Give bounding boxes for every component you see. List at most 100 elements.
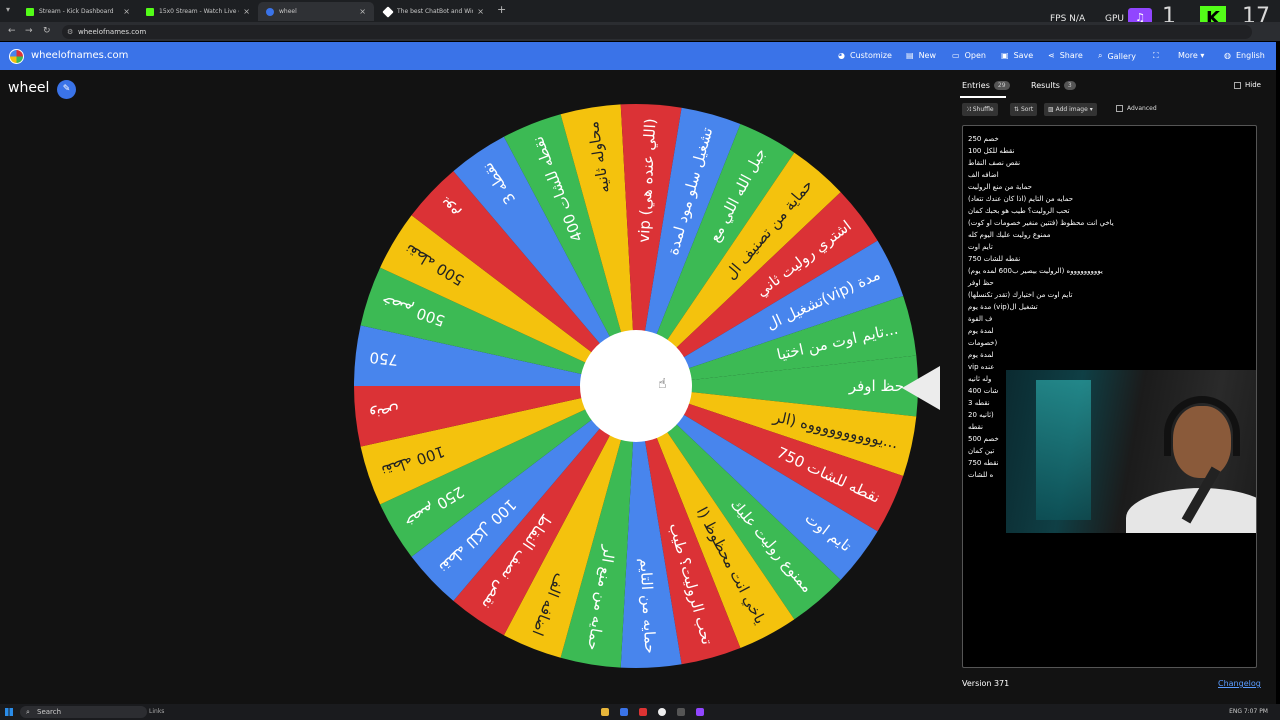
palette-icon: ◕ xyxy=(838,51,845,60)
forward-icon[interactable]: → xyxy=(25,26,33,36)
entry-line[interactable]: حظ اوفر xyxy=(968,277,1114,289)
fullscreen-icon: ⛶ xyxy=(1153,51,1159,60)
active-tab-indicator xyxy=(960,96,1006,98)
tab-list-icon[interactable]: ▾ xyxy=(6,5,10,14)
language-button[interactable]: ◍ English xyxy=(1224,51,1265,60)
entry-line[interactable]: 100 نقطه للكل xyxy=(968,145,1114,157)
checkbox-icon[interactable] xyxy=(1234,81,1241,89)
new-button[interactable]: ▤ New xyxy=(906,51,936,60)
save-icon: ▣ xyxy=(1001,51,1009,60)
globe-icon: ◍ xyxy=(1224,51,1231,60)
more-button[interactable]: More ▾ xyxy=(1178,51,1204,60)
entry-line[interactable]: لمدة يوم xyxy=(968,349,1114,361)
browser-tab-kick-dashboard[interactable]: Stream - Kick Dashboard × xyxy=(18,2,138,21)
wheel-favicon-icon xyxy=(266,7,274,16)
entry-line[interactable]: تحب الروليت؟ طيب هو بحبك كمان xyxy=(968,205,1114,217)
kick-favicon-icon xyxy=(146,7,154,16)
entry-line[interactable]: اضافه الف xyxy=(968,169,1114,181)
wheel-center-hub[interactable] xyxy=(580,330,692,442)
site-name[interactable]: wheelofnames.com xyxy=(31,50,128,61)
entry-line[interactable]: 750 نقطه للشات xyxy=(968,253,1114,265)
back-icon[interactable]: ← xyxy=(8,26,16,36)
app-icon[interactable] xyxy=(639,708,647,716)
hide-checkbox[interactable]: Hide xyxy=(1234,81,1261,89)
url-text: wheelofnames.com xyxy=(78,28,147,36)
kick-favicon-icon xyxy=(26,7,34,16)
gallery-button[interactable]: ⌕ Gallery xyxy=(1098,51,1136,61)
browser-taskbar-icon[interactable] xyxy=(658,708,666,716)
entry-line[interactable]: ياخي انت محظوظ (فتتين منغير خصومات او كو… xyxy=(968,217,1114,229)
tab-label: Stream - Kick Dashboard xyxy=(39,8,114,15)
tab-results[interactable]: Results 3 xyxy=(1031,81,1076,90)
changelog-link[interactable]: Changelog xyxy=(1218,679,1261,688)
start-menu-icon[interactable] xyxy=(5,708,13,716)
taskbar-search[interactable]: ⌕ Search xyxy=(20,706,147,718)
headset-icon xyxy=(1164,396,1240,456)
hand-cursor-icon: ☝ xyxy=(658,376,667,392)
close-icon[interactable]: × xyxy=(477,7,484,16)
close-icon[interactable]: × xyxy=(123,7,130,16)
entry-line[interactable]: ممنوع روليت عليك اليوم كله xyxy=(968,229,1114,241)
wheel-segment-label: 750 xyxy=(369,348,399,369)
entry-line[interactable]: لمدة يوم xyxy=(968,325,1114,337)
entry-line[interactable]: حماية من منع الروليت xyxy=(968,181,1114,193)
wheel-pointer-icon xyxy=(902,366,940,410)
results-count-badge: 3 xyxy=(1063,81,1076,90)
main-area: wheel ✎ حظ اوفر يووووووووووه (الر... نقطه … xyxy=(0,70,1276,704)
browser-tab-chatbot[interactable]: The best ChatBot and Widgets × xyxy=(376,2,492,21)
entry-line[interactable]: يوووووووووه (الروليت بيصير ب600 لمده يوم… xyxy=(968,265,1114,277)
twitch-taskbar-icon[interactable] xyxy=(696,708,704,716)
add-image-button[interactable]: ▨ Add image ▾ xyxy=(1044,103,1097,116)
customize-button[interactable]: ◕ Customize xyxy=(838,51,892,60)
links-toolbar[interactable]: Links xyxy=(149,708,164,715)
file-explorer-icon[interactable] xyxy=(601,708,609,716)
store-icon[interactable] xyxy=(620,708,628,716)
entry-line[interactable]: حمايه من التايم (اذا كان عندك تتعاد) xyxy=(968,193,1114,205)
entry-line[interactable]: خصم 250 xyxy=(968,133,1114,145)
chatbot-favicon-icon xyxy=(382,5,394,18)
tab-entries[interactable]: Entries 29 xyxy=(962,81,1010,90)
entry-line[interactable]: تايم اوت من اختيارك (تقدر تكنسلها) xyxy=(968,289,1114,301)
version-label: Version 371 xyxy=(962,679,1010,688)
new-tab-icon[interactable]: + xyxy=(497,3,506,16)
sort-button[interactable]: ⇅ Sort xyxy=(1010,103,1038,116)
os-taskbar: ⌕ Search Links ENG 7:07 PM xyxy=(0,704,1280,720)
close-icon[interactable]: × xyxy=(359,7,366,16)
entry-line[interactable]: ف القوة xyxy=(968,313,1114,325)
tab-label: wheel xyxy=(279,8,297,15)
entry-line[interactable]: مدة يوم (vip)تشغيل ال xyxy=(968,301,1114,313)
shuffle-button[interactable]: ⤨ Shuffle xyxy=(962,103,998,116)
edit-title-button[interactable]: ✎ xyxy=(57,80,76,99)
entry-line[interactable]: خصومات) xyxy=(968,337,1114,349)
entry-line[interactable]: تايم اوت xyxy=(968,241,1114,253)
sidebar: Entries 29 Results 3 Hide ⤨ Shuffle ⇅ Sort… xyxy=(955,70,1269,704)
open-button[interactable]: ▭ Open xyxy=(952,51,986,60)
fullscreen-button[interactable]: ⛶ xyxy=(1153,51,1164,61)
browser-tab-wheel[interactable]: wheel × xyxy=(258,2,374,21)
new-file-icon: ▤ xyxy=(906,51,914,60)
share-button[interactable]: ⋖ Share xyxy=(1048,51,1083,60)
url-field[interactable]: ⚙ wheelofnames.com xyxy=(62,25,1252,39)
folder-icon: ▭ xyxy=(952,51,960,60)
search-icon: ⌕ xyxy=(26,708,30,716)
clock[interactable]: 7:07 PM xyxy=(1244,708,1268,715)
checkbox-icon[interactable] xyxy=(1116,105,1123,112)
browser-tab-kick-stream[interactable]: 15x0 Stream - Watch Live on Ki × xyxy=(138,2,258,21)
entries-count-badge: 29 xyxy=(993,81,1010,90)
site-info-icon[interactable]: ⚙ xyxy=(67,25,73,39)
reload-icon[interactable]: ↻ xyxy=(43,26,51,36)
obs-icon[interactable] xyxy=(677,708,685,716)
spinning-wheel[interactable]: حظ اوفريووووووووووه (الر...نقطه للشات 75… xyxy=(340,98,930,688)
wheel-logo-icon[interactable] xyxy=(9,49,24,64)
language-indicator[interactable]: ENG xyxy=(1229,708,1242,715)
entries-textarea[interactable]: خصم 250 100 نقطه للكل نقص نصف النقاط اضافه … xyxy=(962,125,1257,668)
tab-label: The best ChatBot and Widgets xyxy=(397,8,473,15)
close-icon[interactable]: × xyxy=(243,7,250,16)
share-icon: ⋖ xyxy=(1048,51,1055,60)
advanced-checkbox[interactable]: Advanced xyxy=(1116,105,1157,112)
search-icon: ⌕ xyxy=(1098,51,1103,60)
save-button[interactable]: ▣ Save xyxy=(1001,51,1033,60)
entry-line[interactable]: نقص نصف النقاط xyxy=(968,157,1114,169)
tab-label: 15x0 Stream - Watch Live on Ki xyxy=(159,8,239,15)
webcam-overlay xyxy=(1006,370,1256,533)
